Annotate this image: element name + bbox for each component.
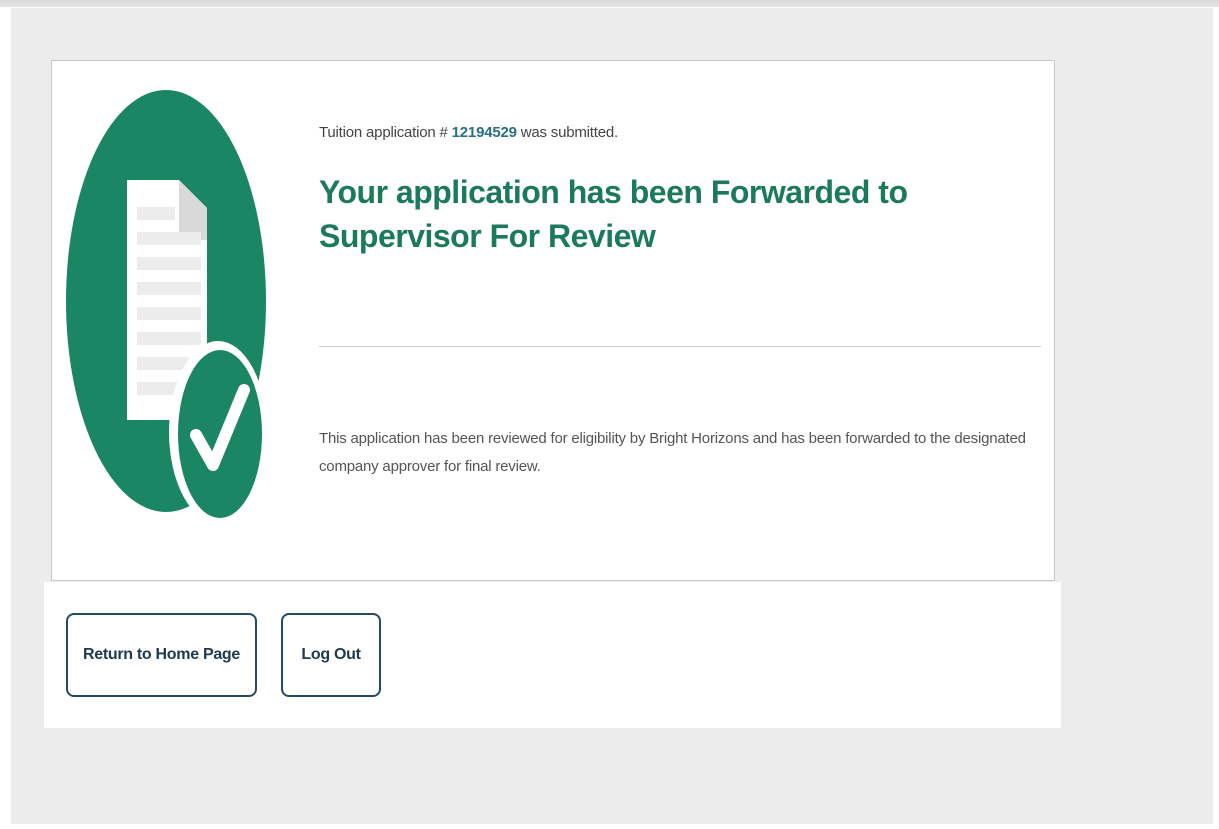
return-home-button[interactable]: Return to Home Page xyxy=(66,613,257,697)
checkmark-icon xyxy=(169,341,267,523)
top-border xyxy=(0,0,1219,7)
divider xyxy=(319,346,1041,347)
page-title: Your application has been Forwarded to S… xyxy=(319,174,908,254)
logout-button[interactable]: Log Out xyxy=(281,613,381,697)
status-description: This application has been reviewed for e… xyxy=(319,430,1026,475)
illustration-graphic xyxy=(66,90,267,523)
submission-status: Tuition application # 12194529 was submi… xyxy=(319,118,1044,148)
page: Tuition application # 12194529 was submi… xyxy=(0,0,1219,829)
confirmation-content: Tuition application # 12194529 was submi… xyxy=(319,118,1044,258)
submission-prefix: Tuition application # xyxy=(319,124,452,141)
action-bar: Return to Home Page Log Out xyxy=(44,582,1061,728)
submitted-illustration xyxy=(63,90,273,530)
submission-suffix: was submitted. xyxy=(516,124,618,141)
application-number: 12194529 xyxy=(451,124,517,141)
